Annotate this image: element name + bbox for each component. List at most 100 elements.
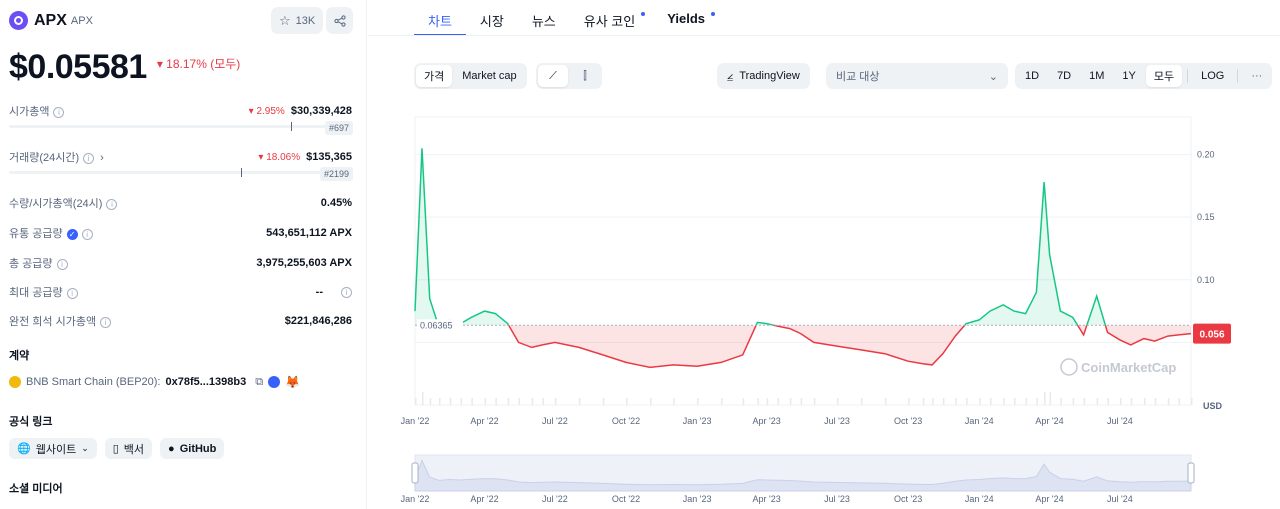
stat-label: 유통 공급량 <box>9 228 63 240</box>
chevron-down-icon: ⌄ <box>81 443 89 453</box>
x-tick-label: Apr '23 <box>753 416 781 426</box>
more-icon[interactable]: ··· <box>1243 65 1270 87</box>
chart-tabs: 차트 시장 뉴스 유사 코인 Yields <box>414 0 723 36</box>
bnb-icon <box>9 376 21 388</box>
chart-type-toggle: ⟋ ⫿ <box>536 63 602 89</box>
price-change: ▾ 18.17% (모두) <box>156 57 241 71</box>
svg-text:CoinMarketCap: CoinMarketCap <box>1081 360 1176 375</box>
coin-header: APX APX <box>9 11 93 30</box>
x-tick-label: Jul '23 <box>824 416 850 426</box>
price-mcap-toggle: 가격 Market cap <box>414 63 527 89</box>
info-icon[interactable]: i <box>56 259 68 270</box>
x-tick-label: Jan '24 <box>965 416 994 426</box>
website-button[interactable]: 🌐 웹사이트 ⌄ <box>9 438 97 459</box>
chevron-right-icon[interactable]: › <box>100 152 104 164</box>
tab-yields[interactable]: Yields <box>653 0 723 36</box>
stat-label: 수량/시가총액(24시) <box>9 198 103 210</box>
stat-label: 최대 공급량 <box>9 287 63 299</box>
watchlist-button[interactable]: ☆ 13K <box>271 7 324 34</box>
info-icon[interactable]: i <box>106 199 118 210</box>
navigator-x-tick-label: Oct '23 <box>894 494 922 504</box>
stat-change: ▾ 2.95% <box>248 106 285 117</box>
navigator-handle-left[interactable] <box>411 462 419 484</box>
range-navigator[interactable] <box>411 454 1195 492</box>
x-tick-label: Apr '22 <box>470 416 498 426</box>
range-7d[interactable]: 7D <box>1049 65 1079 87</box>
info-icon[interactable]: i <box>81 229 93 240</box>
x-tick-label: Oct '22 <box>612 416 640 426</box>
stat-label: 완전 희석 시가총액 <box>9 316 97 328</box>
range-1d[interactable]: 1D <box>1017 65 1047 87</box>
candlestick-icon[interactable]: ⫿ <box>570 65 600 87</box>
price-block: $0.05581 ▾ 18.17% (모두) <box>9 48 240 87</box>
info-icon[interactable]: i <box>53 107 65 118</box>
y-tick-label: 0.10 <box>1197 275 1215 285</box>
github-button[interactable]: ● GitHub <box>160 438 225 459</box>
rank-badge: #2199 <box>320 167 354 181</box>
stat-value: $30,339,428 <box>290 105 352 117</box>
tab-similar-coins[interactable]: 유사 코인 <box>570 0 653 36</box>
range-1m[interactable]: 1M <box>1081 65 1112 87</box>
tradingview-button[interactable]: ⦤ TradingView <box>717 63 810 89</box>
stat-change: ▾ 18.06% <box>258 152 301 163</box>
navigator-x-tick-label: Apr '22 <box>470 494 498 504</box>
contract-heading: 계약 <box>9 350 30 362</box>
share-button[interactable] <box>326 7 353 34</box>
log-toggle[interactable]: LOG <box>1193 65 1232 87</box>
links-row: 🌐 웹사이트 ⌄ ▯ 백서 ● GitHub <box>9 438 225 459</box>
whitepaper-button[interactable]: ▯ 백서 <box>104 438 153 459</box>
navigator-x-tick-label: Apr '23 <box>753 494 781 504</box>
x-tick-label: Oct '23 <box>894 416 922 426</box>
range-all[interactable]: 모두 <box>1145 65 1183 87</box>
y-tick-label: 0.20 <box>1197 150 1215 160</box>
navigator-handle-right[interactable] <box>1187 462 1195 484</box>
range-toggle: 1D 7D 1M 1Y 모두 LOG ··· <box>1015 63 1273 89</box>
stat-value: -- <box>315 286 323 298</box>
navigator-x-tick-label: Jan '22 <box>401 494 430 504</box>
navigator-x-tick-label: Jan '24 <box>965 494 994 504</box>
price-toggle[interactable]: 가격 <box>416 65 453 87</box>
metamask-icon[interactable]: 🦊 <box>285 375 300 389</box>
coin-info-panel: APX APX ☆ 13K $0.05581 ▾ 18.17% (모두) 시가총… <box>0 0 367 509</box>
rank-badge: #697 <box>325 121 354 135</box>
volume-bars <box>415 392 1193 405</box>
explorer-icon[interactable] <box>268 376 281 388</box>
info-icon[interactable]: i <box>100 317 112 328</box>
market-cap-bar <box>9 122 353 131</box>
stat-row-max-supply: 최대 공급량 i -- i <box>9 284 352 300</box>
range-1y[interactable]: 1Y <box>1114 65 1143 87</box>
stat-value: 0.45% <box>320 197 352 209</box>
chart-panel: 차트 시장 뉴스 유사 코인 Yields 가격 Market cap ⟋ ⫿ … <box>368 0 1280 509</box>
navigator-x-tick-label: Oct '22 <box>612 494 640 504</box>
tab-chart[interactable]: 차트 <box>414 0 466 36</box>
compare-select[interactable]: 비교 대상 ⌄ <box>826 63 1008 89</box>
coin-name: APX <box>34 11 67 29</box>
contract-address[interactable]: 0x78f5...1398b3 <box>166 376 247 388</box>
globe-icon: 🌐 <box>17 443 31 455</box>
current-price-label: 0.056 <box>1199 330 1224 341</box>
stat-row-volume: 거래량(24시간) i › ▾ 18.06% $135,365 <box>9 149 352 165</box>
stat-row-total-supply: 총 공급량 i 3,975,255,603 APX <box>9 255 352 271</box>
stat-row-fdv: 완전 희석 시가총액 i $221,846,286 <box>9 313 352 329</box>
price-chart[interactable]: 0.10 0.15 0.20 USD Jan '22 Jan '22 Apr '22 Apr … <box>368 105 1280 505</box>
new-dot <box>641 12 646 16</box>
navigator-x-tick-label: Jul '24 <box>1107 494 1133 504</box>
y-tick-label: 0.15 <box>1197 212 1215 222</box>
info-icon[interactable]: i <box>66 288 78 299</box>
market-cap-toggle[interactable]: Market cap <box>454 65 524 87</box>
copy-icon[interactable]: ⧉ <box>255 376 263 389</box>
chevron-down-icon: ⌄ <box>988 70 998 83</box>
star-icon: ☆ <box>279 12 291 28</box>
tab-markets[interactable]: 시장 <box>466 0 518 36</box>
info-icon[interactable]: i <box>341 287 352 298</box>
stat-value: 3,975,255,603 APX <box>256 257 352 269</box>
github-icon: ● <box>168 442 175 455</box>
share-icon <box>333 14 346 27</box>
line-chart-icon[interactable]: ⟋ <box>538 65 568 87</box>
tab-news[interactable]: 뉴스 <box>518 0 570 36</box>
info-icon[interactable]: i <box>83 153 95 164</box>
stat-label: 총 공급량 <box>9 258 53 270</box>
chart-line-icon: ⦤ <box>727 69 734 82</box>
stat-label: 시가총액 <box>9 106 50 118</box>
watchlist-count: 13K <box>295 14 316 27</box>
